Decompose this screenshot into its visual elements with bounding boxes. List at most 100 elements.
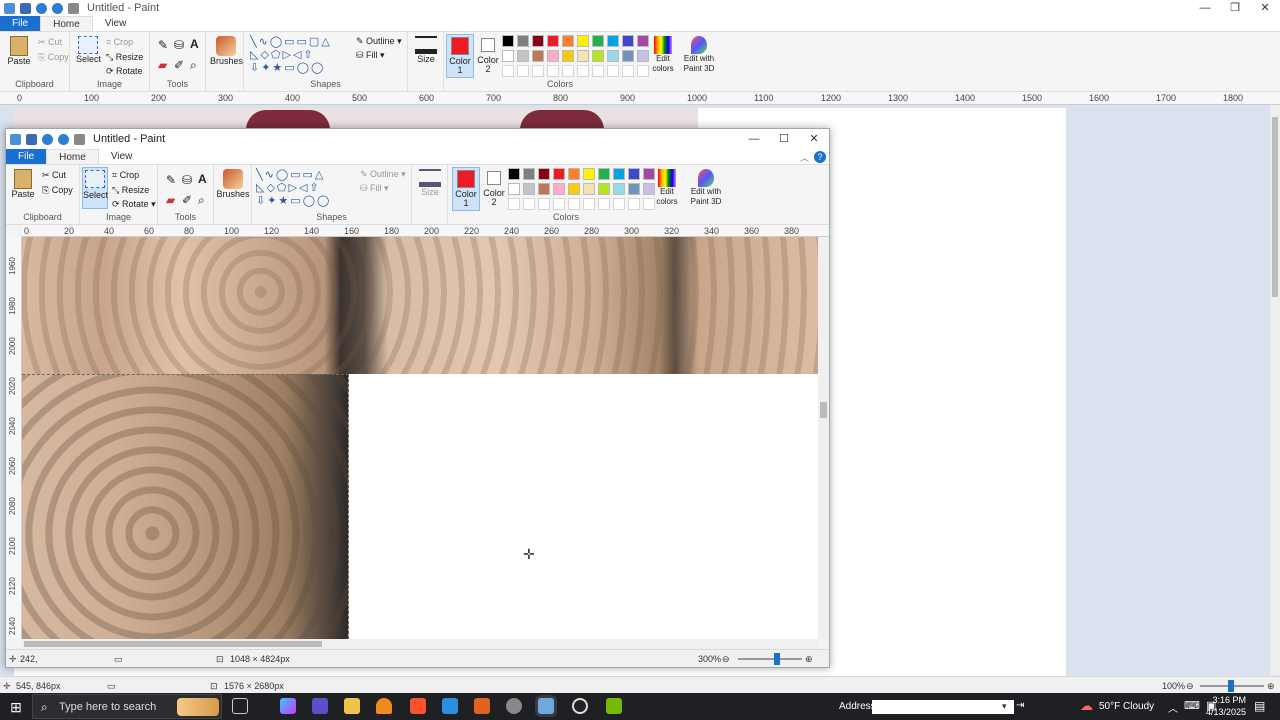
palette-swatch[interactable] (502, 50, 514, 62)
inner-brushes-button[interactable]: Brushes (216, 169, 250, 199)
palette-swatch[interactable] (577, 50, 589, 62)
inner-palette-swatch[interactable] (583, 168, 595, 180)
custom-color-slot[interactable] (592, 65, 604, 77)
size-button[interactable]: Size (412, 36, 440, 64)
zoom-slider[interactable] (1200, 680, 1264, 692)
inner-copy-button[interactable]: ⎘ Copy (42, 185, 73, 196)
inner-tab-home[interactable]: Home (46, 149, 99, 164)
zoom-in-button[interactable]: ⊕ (1267, 681, 1275, 692)
inner-paste-button[interactable]: Paste (10, 169, 36, 199)
inner-select-button[interactable]: Select (82, 167, 108, 209)
inner-color1-button[interactable]: Color 1 (452, 167, 480, 211)
undo-icon[interactable] (36, 2, 47, 14)
inner-save-icon[interactable] (26, 133, 37, 145)
magnifier-icon[interactable]: ⌕ (190, 58, 197, 73)
inner-palette-swatch[interactable] (508, 183, 520, 195)
inner-horizontal-scrollbar[interactable] (22, 639, 818, 649)
shapes-gallery[interactable]: ╲∿◯▭▭▢△ ◺◇⬠▷◁⇧ ⇩✦★▭◯◯ (250, 36, 346, 76)
edit-paint3d-button[interactable]: Edit with Paint 3D (682, 36, 716, 74)
save-icon[interactable] (20, 2, 31, 14)
inner-custom-color-slot[interactable] (613, 198, 625, 210)
cut-button[interactable]: ✂ Cut (38, 37, 62, 48)
inner-undo-icon[interactable] (42, 133, 53, 145)
inner-resize-button[interactable]: ⤡ Resize (112, 185, 149, 196)
inner-fill-icon[interactable]: ⛁ (182, 173, 192, 187)
palette-swatch[interactable] (517, 50, 529, 62)
inner-color2-button[interactable]: Color 2 (482, 167, 506, 211)
inner-tab-file[interactable]: File (6, 149, 47, 164)
palette-swatch[interactable] (592, 50, 604, 62)
tab-file[interactable]: File (0, 16, 41, 31)
color2-button[interactable]: Color 2 (476, 34, 500, 78)
inner-custom-color-slot[interactable] (553, 198, 565, 210)
nvidia-icon[interactable] (606, 698, 622, 714)
outer-vertical-scrollbar[interactable] (1270, 105, 1280, 675)
inner-rotate-button[interactable]: ⟳ Rotate ▾ (112, 199, 156, 210)
start-button[interactable]: ⊞ (6, 697, 26, 717)
palette-swatch[interactable] (622, 35, 634, 47)
inner-zoom-slider[interactable] (738, 653, 802, 665)
inner-size-button[interactable]: Size (416, 169, 444, 197)
palette-swatch[interactable] (532, 35, 544, 47)
file-explorer-icon[interactable] (344, 698, 360, 714)
custom-color-slot[interactable] (517, 65, 529, 77)
resize-button[interactable]: ⤡ Resize (106, 52, 143, 63)
palette-swatch[interactable] (532, 50, 544, 62)
inner-close-button[interactable]: ✕ (799, 131, 829, 147)
inner-color-picker-icon[interactable]: ✐ (182, 193, 192, 207)
brave-icon[interactable] (410, 698, 426, 714)
app-purple-icon[interactable] (312, 698, 328, 714)
inner-cut-button[interactable]: ✂ Cut (42, 170, 66, 181)
palette-swatch[interactable] (562, 35, 574, 47)
inner-edit-paint3d-button[interactable]: Edit with Paint 3D (686, 169, 726, 207)
app-orange-icon[interactable] (474, 698, 490, 714)
inner-eraser-icon[interactable]: ▰ (166, 193, 175, 207)
inner-custom-color-slot[interactable] (508, 198, 520, 210)
outline-button[interactable]: ✎ Outline ▾ (356, 36, 402, 47)
select-button[interactable]: Select (76, 36, 101, 64)
inner-text-icon[interactable]: A (198, 172, 207, 186)
palette-swatch[interactable] (622, 50, 634, 62)
inner-custom-color-slot[interactable] (628, 198, 640, 210)
inner-zoom-out-button[interactable]: ⊖ (722, 654, 730, 665)
brushes-button[interactable]: Brushes (210, 36, 243, 66)
help-icon[interactable]: ? (814, 151, 826, 163)
copilot-icon[interactable] (280, 698, 296, 714)
palette-swatch[interactable] (592, 35, 604, 47)
vlc-icon[interactable] (376, 698, 392, 714)
inner-vertical-scrollbar[interactable] (818, 237, 829, 639)
inner-palette-swatch[interactable] (613, 168, 625, 180)
rotate-button[interactable]: ⟳ Rotate (106, 66, 143, 77)
inner-palette-swatch[interactable] (523, 168, 535, 180)
inner-maximize-button[interactable]: ☐ (769, 131, 799, 147)
inner-palette-swatch[interactable] (628, 183, 640, 195)
palette-swatch[interactable] (517, 35, 529, 47)
inner-custom-color-slot[interactable] (568, 198, 580, 210)
close-button[interactable]: ✕ (1250, 0, 1280, 16)
media-player-icon[interactable] (572, 698, 588, 714)
collapse-ribbon-icon[interactable]: ︿ (800, 151, 809, 164)
custom-color-slot[interactable] (532, 65, 544, 77)
tray-chevron-icon[interactable]: ︿ (1168, 700, 1178, 715)
inner-palette-swatch[interactable] (538, 168, 550, 180)
palette-swatch[interactable] (562, 50, 574, 62)
inner-redo-icon[interactable] (58, 133, 69, 145)
inner-palette-swatch[interactable] (598, 183, 610, 195)
inner-minimize-button[interactable]: — (739, 131, 769, 147)
inner-palette-swatch[interactable] (568, 183, 580, 195)
custom-color-slot[interactable] (547, 65, 559, 77)
inner-magnifier-icon[interactable]: ⌕ (198, 193, 205, 208)
keyboard-icon[interactable]: ⌨ (1184, 699, 1200, 712)
inner-palette-swatch[interactable] (553, 168, 565, 180)
customize-toolbar-icon[interactable] (68, 2, 79, 14)
inner-tab-view[interactable]: View (99, 149, 145, 164)
eraser-icon[interactable]: ▰ (158, 58, 167, 72)
inner-palette-swatch[interactable] (538, 183, 550, 195)
inner-customize-toolbar-icon[interactable] (74, 133, 85, 145)
zoomed-image-selection[interactable] (22, 374, 349, 639)
inner-edit-colors-button[interactable]: Edit colors (652, 169, 682, 207)
tab-view[interactable]: View (93, 16, 139, 31)
palette-swatch[interactable] (502, 35, 514, 47)
inner-palette-swatch[interactable] (508, 168, 520, 180)
inner-zoom-in-button[interactable]: ⊕ (805, 654, 813, 665)
